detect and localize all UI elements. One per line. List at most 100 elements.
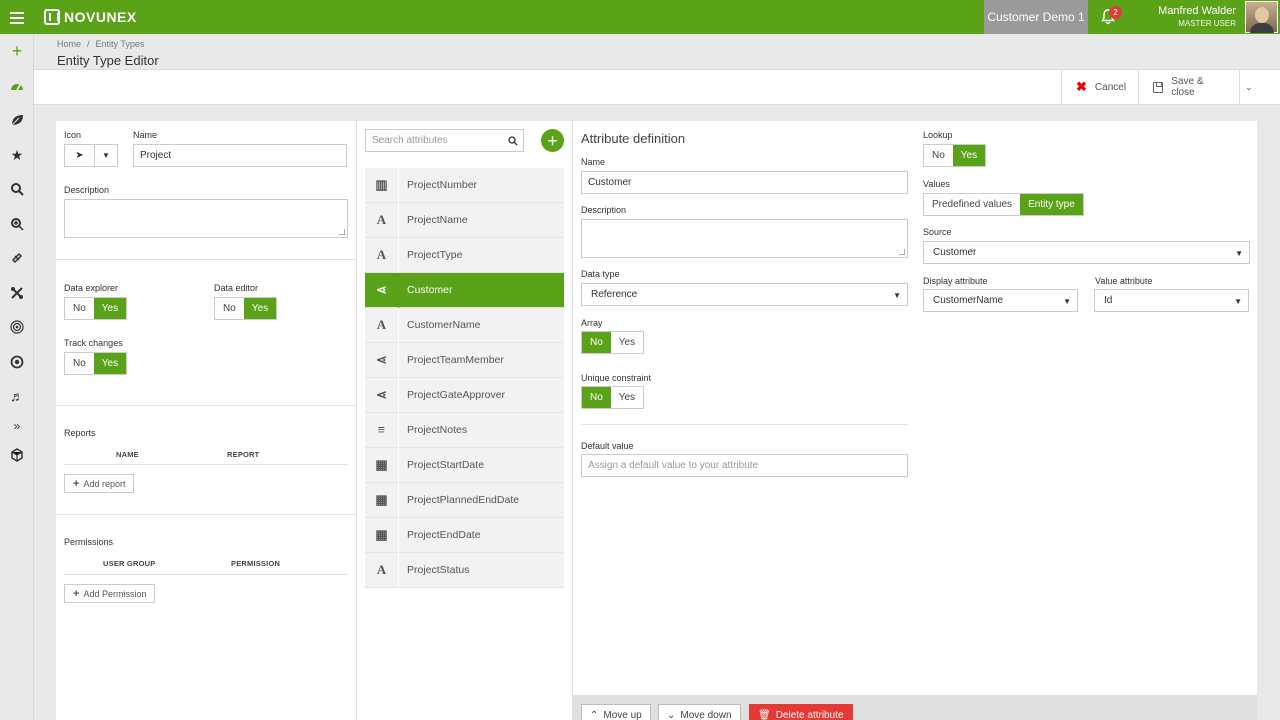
brand-logo[interactable]: NOVUNEX — [44, 8, 137, 26]
value-attribute-select[interactable]: Id ▼ — [1094, 289, 1249, 312]
cube-icon[interactable] — [0, 438, 34, 472]
toggle-no[interactable]: No — [215, 298, 244, 319]
source-label: Source — [923, 227, 952, 237]
attribute-item[interactable]: A CustomerName — [365, 307, 564, 343]
move-down-button[interactable]: ⌄ Move down — [658, 704, 741, 720]
move-up-button[interactable]: ⌃ Move up — [581, 704, 651, 720]
attribute-item[interactable]: ⋖ ProjectGateApprover — [365, 377, 564, 413]
entity-name-input[interactable]: Project — [133, 144, 347, 167]
attribute-item[interactable]: A ProjectName — [365, 202, 564, 238]
toggle-yes[interactable]: Yes — [610, 332, 644, 353]
entity-description-input[interactable] — [64, 199, 348, 238]
dashboard-icon[interactable] — [0, 69, 34, 103]
display-attribute-select[interactable]: CustomerName ▼ — [923, 289, 1078, 312]
leaf-icon[interactable] — [0, 103, 34, 137]
user-menu[interactable]: Manfred Walder MASTER USER — [1130, 5, 1236, 28]
plus-icon: + — [73, 477, 80, 490]
calendar-icon: ▦ — [365, 517, 399, 553]
delete-attribute-button[interactable]: 🗑 Delete attribute — [749, 704, 853, 720]
search-icon[interactable] — [508, 136, 518, 146]
predefined-values-option[interactable]: Predefined values — [924, 194, 1021, 215]
add-permission-label: Add Permission — [83, 588, 147, 599]
menu-icon[interactable] — [10, 9, 24, 25]
avatar[interactable] — [1245, 1, 1278, 33]
add-attribute-button[interactable]: + — [541, 129, 564, 152]
attribute-item[interactable]: ⋖ ProjectTeamMember — [365, 342, 564, 378]
location-arrow-icon: ➤ — [65, 145, 95, 166]
breadcrumb-home[interactable]: Home — [57, 39, 81, 49]
notification-badge: 2 — [1109, 6, 1122, 19]
search-icon[interactable] — [0, 172, 34, 206]
toggle-no[interactable]: No — [582, 387, 611, 408]
data-editor-label: Data editor — [214, 283, 259, 293]
music-icon[interactable]: ♬ — [0, 379, 34, 413]
attribute-item[interactable]: ▦ ProjectPlannedEndDate — [365, 482, 564, 518]
brand-name: NOVUNEX — [64, 9, 137, 25]
unique-constraint-toggle[interactable]: No Yes — [581, 386, 645, 409]
toggle-yes[interactable]: Yes — [952, 145, 986, 166]
unique-constraint-label: Unique constraint — [581, 373, 652, 383]
target-icon[interactable] — [0, 310, 34, 344]
permissions-label: Permissions — [64, 537, 114, 547]
attr-description-input[interactable] — [581, 219, 908, 258]
lookup-toggle[interactable]: No Yes — [923, 144, 987, 167]
attribute-item[interactable]: ▦ ProjectEndDate — [365, 517, 564, 553]
attribute-item[interactable]: ⋖ Customer — [365, 272, 564, 308]
attribute-name: ProjectStatus — [407, 564, 470, 576]
attr-name-input[interactable]: Customer — [581, 171, 908, 194]
data-type-label: Data type — [581, 269, 620, 279]
attribute-name: ProjectType — [407, 249, 463, 261]
array-toggle[interactable]: No Yes — [581, 331, 645, 354]
display-attribute-label: Display attribute — [923, 276, 988, 286]
expand-icon[interactable]: » — [0, 414, 34, 438]
attribute-item[interactable]: ≡ ProjectNotes — [365, 412, 564, 448]
star-icon[interactable]: ★ — [0, 138, 34, 172]
toggle-yes[interactable]: Yes — [93, 353, 127, 374]
toggle-no[interactable]: No — [65, 353, 94, 374]
icon-picker[interactable]: ➤ ▼ — [64, 144, 118, 167]
data-editor-toggle[interactable]: No Yes — [214, 297, 278, 320]
attribute-item[interactable]: ▥ ProjectNumber — [365, 167, 564, 203]
toggle-yes[interactable]: Yes — [610, 387, 644, 408]
permissions-col-permission: PERMISSION — [231, 559, 281, 568]
link-icon[interactable] — [0, 241, 34, 275]
values-source-toggle[interactable]: Predefined values Entity type — [923, 193, 1084, 216]
entity-type-option[interactable]: Entity type — [1020, 194, 1083, 215]
barcode-icon: ▥ — [365, 167, 399, 203]
notifications-button[interactable]: 2 — [1090, 0, 1126, 34]
data-explorer-toggle[interactable]: No Yes — [64, 297, 128, 320]
value-attribute-value: Id — [1104, 295, 1113, 306]
source-select[interactable]: Customer ▼ — [923, 241, 1250, 264]
name-label: Name — [133, 130, 158, 140]
attribute-name: ProjectEndDate — [407, 529, 481, 541]
toggle-no[interactable]: No — [582, 332, 611, 353]
data-type-select[interactable]: Reference ▼ — [581, 283, 908, 306]
action-toolbar: ✖ Cancel Save & close ⌄ — [34, 69, 1280, 105]
cancel-button[interactable]: ✖ Cancel — [1061, 70, 1138, 104]
save-close-button[interactable]: Save & close — [1138, 70, 1239, 104]
add-report-button[interactable]: + Add report — [64, 474, 135, 493]
toggle-no[interactable]: No — [65, 298, 94, 319]
default-value-input[interactable]: Assign a default value to your attribute — [581, 454, 908, 477]
text-icon: A — [365, 307, 399, 343]
save-options-dropdown[interactable]: ⌄ — [1239, 70, 1259, 104]
attribute-search-input[interactable]: Search attributes — [365, 129, 524, 152]
divider — [56, 405, 356, 406]
attribute-name: ProjectNotes — [407, 424, 468, 436]
toggle-no[interactable]: No — [924, 145, 953, 166]
breadcrumb-entity-types[interactable]: Entity Types — [96, 39, 145, 49]
delete-attribute-label: Delete attribute — [775, 709, 844, 720]
track-changes-toggle[interactable]: No Yes — [64, 352, 128, 375]
reports-col-report: REPORT — [227, 450, 260, 459]
attribute-item[interactable]: A ProjectStatus — [365, 552, 564, 588]
plus-icon[interactable]: + — [0, 34, 34, 68]
add-permission-button[interactable]: + Add Permission — [64, 584, 156, 603]
zoom-icon[interactable] — [0, 207, 34, 241]
record-icon[interactable] — [0, 345, 34, 379]
toggle-yes[interactable]: Yes — [243, 298, 277, 319]
tenant-selector[interactable]: Customer Demo 1 — [984, 0, 1088, 34]
attribute-item[interactable]: ▦ ProjectStartDate — [365, 447, 564, 483]
tools-icon[interactable] — [0, 276, 34, 310]
toggle-yes[interactable]: Yes — [93, 298, 127, 319]
attribute-item[interactable]: A ProjectType — [365, 237, 564, 273]
